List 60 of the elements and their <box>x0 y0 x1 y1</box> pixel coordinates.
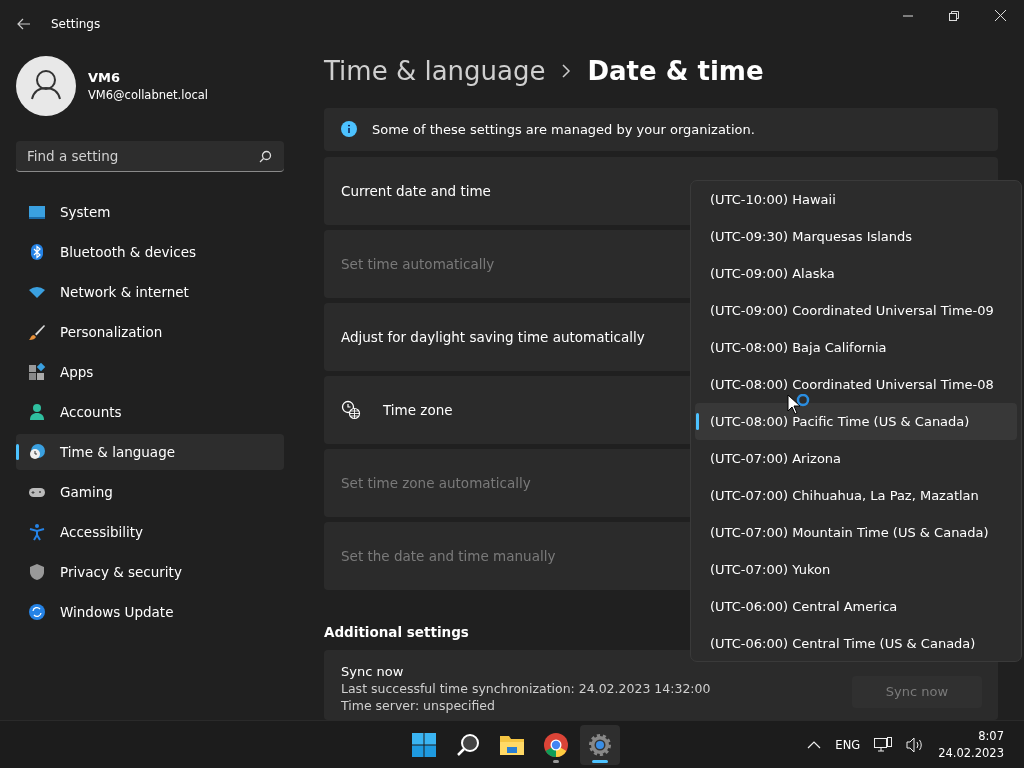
brush-icon <box>28 323 46 341</box>
sidebar-item[interactable]: Time & language <box>16 434 284 470</box>
speaker-icon[interactable] <box>906 736 925 753</box>
busy-cursor-icon <box>787 394 811 416</box>
gear-icon <box>588 732 612 757</box>
search-field[interactable]: Find a setting <box>16 141 284 172</box>
shield-icon <box>28 563 46 581</box>
banner-text: Some of these settings are managed by your organization. <box>372 121 755 137</box>
close-icon[interactable] <box>995 10 1006 21</box>
person-icon <box>28 403 46 421</box>
timezone-option[interactable]: (UTC-06:00) Central America <box>695 588 1017 625</box>
sidebar-item[interactable]: Gaming <box>16 474 284 510</box>
info-icon <box>341 121 357 138</box>
sidebar-item[interactable]: Bluetooth & devices <box>16 234 284 270</box>
sync-detail: Last successful time synchronization: 24.02.2023 14:32:00 <box>341 680 712 696</box>
update-icon <box>28 603 46 621</box>
setting-label: Set time zone automatically <box>341 474 531 491</box>
chevron-icon <box>561 64 572 78</box>
sync-detail: Time server: unspecified <box>341 697 496 713</box>
section-heading: Additional settings <box>324 623 470 640</box>
taskbar-app[interactable] <box>580 724 620 765</box>
setting-label: Set time automatically <box>341 255 495 272</box>
sidebar-item[interactable]: Privacy & security <box>16 554 284 590</box>
setting-label: Current date and time <box>341 182 491 199</box>
user-name: VM6 <box>88 70 122 85</box>
page-title: Date & time <box>587 56 764 86</box>
timezone-option[interactable]: (UTC-08:00) Pacific Time (US & Canada) <box>695 403 1017 440</box>
sync-title: Sync now <box>341 663 405 679</box>
user-email: VM6@collabnet.local <box>88 88 209 102</box>
accessibility-icon <box>28 523 46 541</box>
clock-time[interactable]: 8:07 <box>978 729 1004 743</box>
chevron-up-icon[interactable] <box>807 740 822 749</box>
search-icon <box>456 732 480 757</box>
window-title: Settings <box>51 17 101 31</box>
bluetooth-icon <box>28 243 46 261</box>
network-icon[interactable] <box>874 736 893 753</box>
language-indicator[interactable]: ENG <box>835 737 861 752</box>
back-icon[interactable] <box>17 18 31 30</box>
sidebar-item[interactable]: Personalization <box>16 314 284 350</box>
breadcrumb-parent[interactable]: Time & language <box>324 56 546 86</box>
apps-icon <box>28 363 46 381</box>
sidebar-item[interactable]: Accessibility <box>16 514 284 550</box>
setting-label: Adjust for daylight saving time automatically <box>341 328 645 345</box>
avatar-icon <box>16 56 76 116</box>
browser-icon <box>544 732 568 757</box>
windows-logo-icon <box>412 732 436 757</box>
search-icon <box>259 150 272 163</box>
clock-globe-icon <box>341 399 361 420</box>
clock-globe-icon <box>28 443 46 461</box>
clock-date[interactable]: 24.02.2023 <box>938 746 1004 760</box>
sidebar-item[interactable]: Apps <box>16 354 284 390</box>
setting-label: Set the date and time manually <box>341 547 556 564</box>
monitor-icon <box>28 203 46 221</box>
timezone-option[interactable]: (UTC-06:00) Central Time (US & Canada) <box>695 625 1017 661</box>
restore-icon[interactable] <box>949 10 959 21</box>
sidebar-item[interactable]: Network & internet <box>16 274 284 310</box>
sidebar-item[interactable]: System <box>16 194 284 230</box>
sidebar-item[interactable]: Windows Update <box>16 594 284 630</box>
sidebar-item[interactable]: Accounts <box>16 394 284 430</box>
setting-label: Time zone <box>383 401 453 418</box>
